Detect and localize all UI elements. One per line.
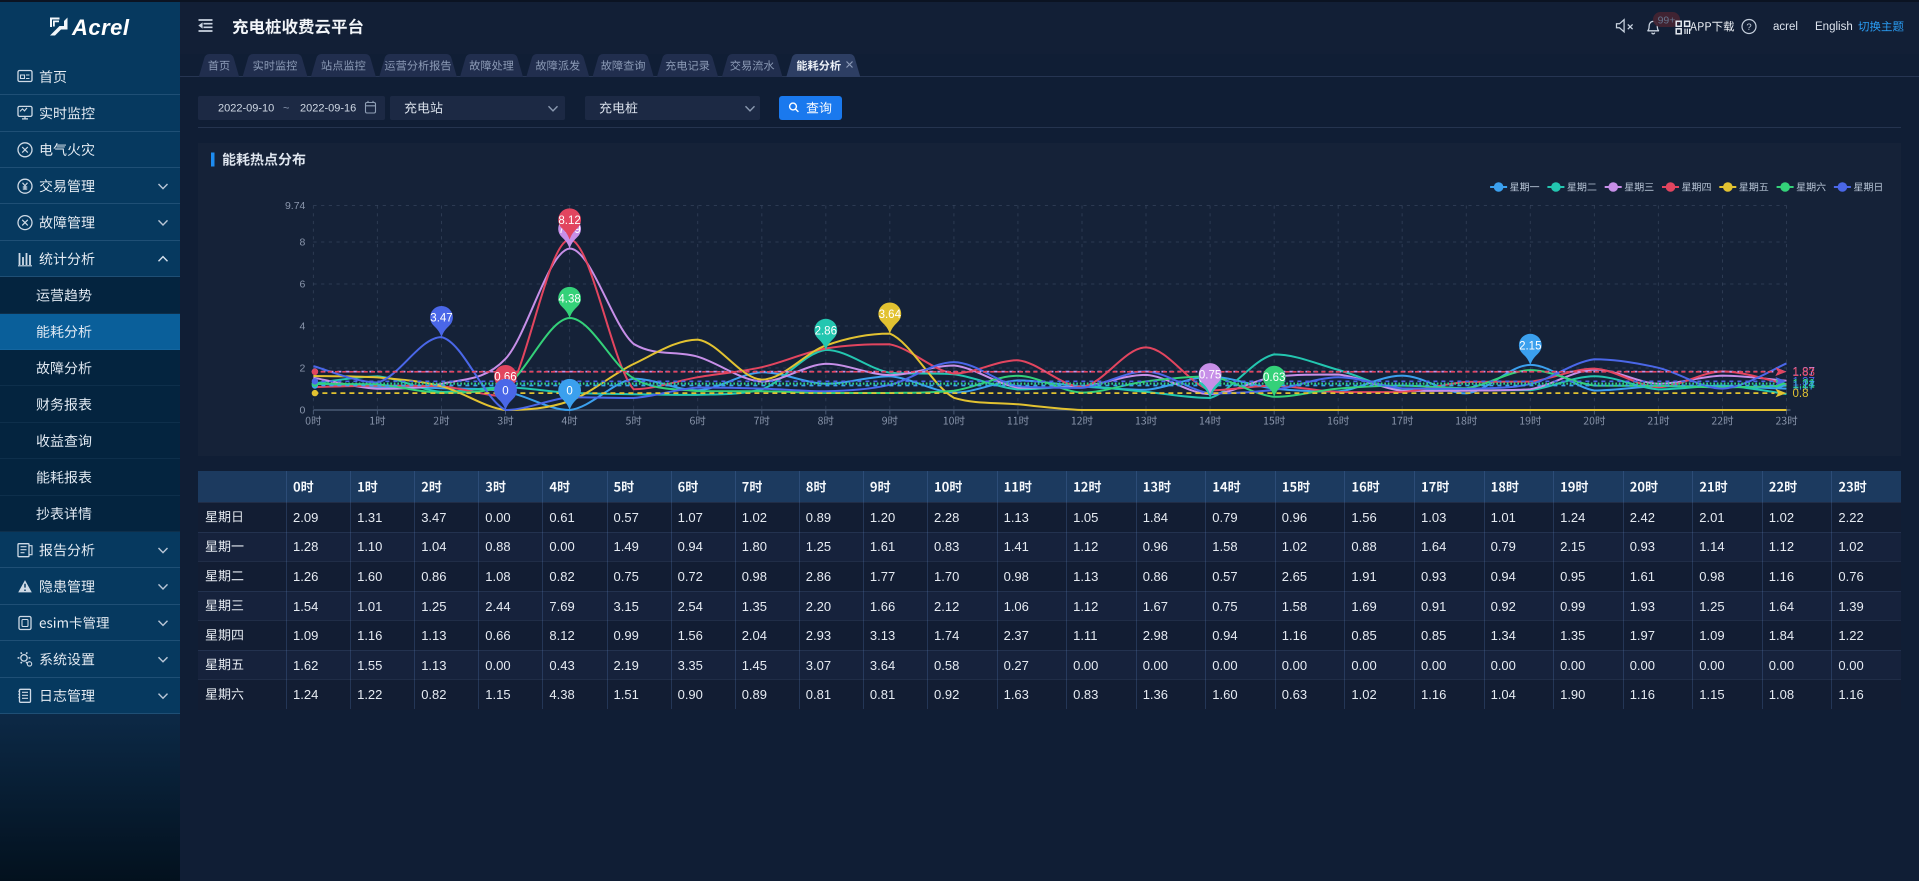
svg-text:0.75: 0.75 (1199, 370, 1221, 382)
svg-text:2022-09-10: 2022-09-10 (218, 103, 274, 115)
svg-text:2.15: 2.15 (1519, 340, 1541, 352)
svg-text:2022-09-16: 2022-09-16 (300, 103, 356, 115)
svg-text:0.63: 0.63 (1263, 372, 1285, 384)
svg-text:0.8: 0.8 (1793, 388, 1809, 400)
svg-text:0: 0 (300, 405, 306, 417)
svg-text:9.74: 9.74 (285, 200, 306, 212)
svg-text:4: 4 (300, 321, 306, 333)
svg-text:0: 0 (566, 385, 572, 397)
svg-text:8: 8 (300, 237, 306, 249)
svg-text:0: 0 (502, 385, 508, 397)
svg-text:8.12: 8.12 (558, 215, 580, 227)
svg-text:4.38: 4.38 (558, 293, 580, 305)
svg-text:3.47: 3.47 (430, 313, 452, 325)
svg-text:2.86: 2.86 (815, 325, 837, 337)
svg-text:2: 2 (300, 363, 306, 375)
svg-text:~: ~ (283, 103, 289, 115)
svg-text:3.64: 3.64 (879, 309, 902, 321)
svg-text:99+: 99+ (1658, 15, 1676, 27)
svg-text:?: ? (1746, 22, 1751, 33)
svg-text:6: 6 (300, 279, 306, 291)
